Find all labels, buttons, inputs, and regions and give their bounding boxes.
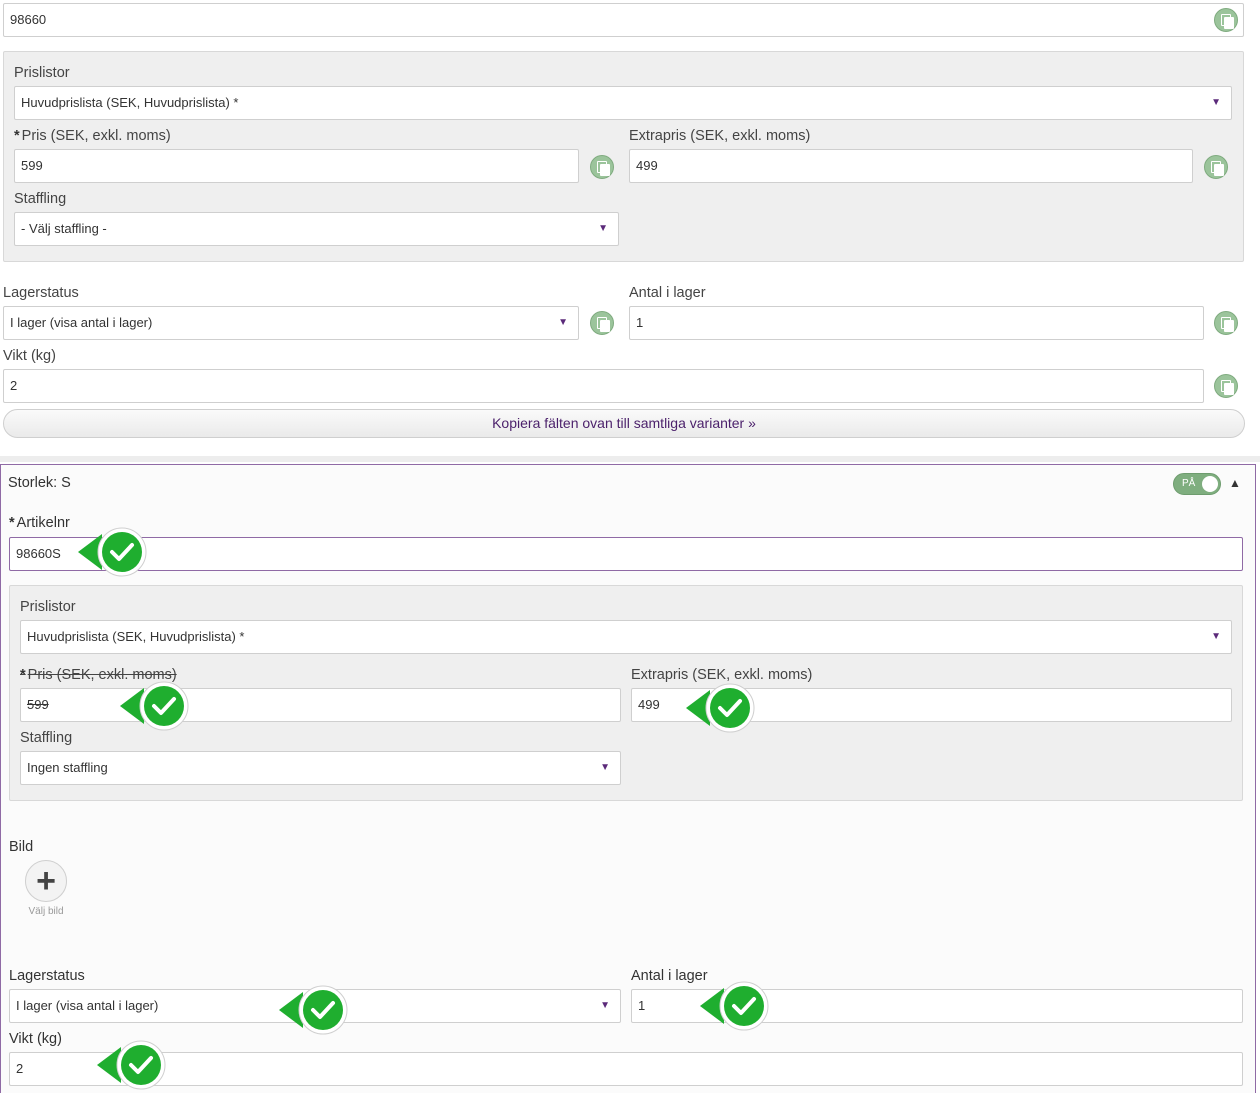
stock-count-field[interactable]: 1 <box>629 306 1204 340</box>
check-icon <box>97 1040 166 1090</box>
stock-count-label: Antal i lager <box>629 285 706 301</box>
weight-field[interactable]: 2 <box>3 369 1204 403</box>
copy-icon[interactable] <box>1214 8 1238 32</box>
variant-weight-label: Vikt (kg) <box>9 1031 62 1047</box>
variant-active-toggle[interactable]: PÅ <box>1173 473 1221 495</box>
check-icon <box>700 981 769 1031</box>
chevron-down-icon: ▼ <box>598 223 608 234</box>
pricelists-label: Prislistor <box>14 65 70 81</box>
variant-stock-status-label: Lagerstatus <box>9 968 85 984</box>
check-icon <box>686 683 755 733</box>
check-icon <box>78 527 147 577</box>
chevron-down-icon: ▼ <box>1211 631 1221 642</box>
stock-status-select[interactable]: I lager (visa antal i lager) ▼ <box>3 306 579 340</box>
copy-icon[interactable] <box>1204 155 1228 179</box>
check-icon <box>120 681 189 731</box>
tiering-select[interactable]: - Välj staffling - ▼ <box>14 212 619 246</box>
toggle-knob <box>1202 476 1218 492</box>
variant-article-field[interactable]: 98660S <box>9 537 1243 571</box>
plus-icon[interactable]: + <box>25 860 67 902</box>
variant-image-label: Bild <box>9 839 34 855</box>
variant-article-label: * Artikelnr <box>9 515 70 531</box>
variant-tiering-select[interactable]: Ingen staffling ▼ <box>20 751 621 785</box>
extra-price-label: Extrapris (SEK, exkl. moms) <box>629 128 811 144</box>
variant-pricelists-label: Prislistor <box>20 599 76 615</box>
variant-title: Storlek: S <box>8 475 71 491</box>
weight-label: Vikt (kg) <box>3 348 56 364</box>
variant-price-field[interactable]: 599 <box>20 688 621 722</box>
section-divider <box>0 456 1260 462</box>
chevron-down-icon: ▼ <box>558 317 568 328</box>
copy-icon[interactable] <box>590 155 614 179</box>
chevron-down-icon: ▼ <box>600 1000 610 1011</box>
copy-to-all-variants-button[interactable]: Kopiera fälten ovan till samtliga varian… <box>3 409 1245 438</box>
variant-weight-field[interactable]: 2 <box>9 1052 1243 1086</box>
copy-icon[interactable] <box>1214 311 1238 335</box>
price-label: * Pris (SEK, exkl. moms) <box>14 128 171 144</box>
copy-icon[interactable] <box>1214 374 1238 398</box>
chevron-up-icon[interactable]: ▲ <box>1229 476 1241 490</box>
stock-status-label: Lagerstatus <box>3 285 79 301</box>
pricelist-select[interactable]: Huvudprislista (SEK, Huvudprislista) * ▼ <box>14 86 1232 120</box>
tiering-label: Staffling <box>14 191 67 207</box>
chevron-down-icon: ▼ <box>1211 97 1221 108</box>
chevron-down-icon: ▼ <box>600 762 610 773</box>
variant-tiering-label: Staffling <box>20 730 73 746</box>
extra-price-field[interactable]: 499 <box>629 149 1193 183</box>
variant-pricelist-select[interactable]: Huvudprislista (SEK, Huvudprislista) * ▼ <box>20 620 1232 654</box>
check-icon <box>279 985 348 1035</box>
article-number-field[interactable]: 98660 <box>3 3 1244 37</box>
choose-image-label[interactable]: Välj bild <box>10 906 82 917</box>
copy-icon[interactable] <box>590 311 614 335</box>
price-field[interactable]: 599 <box>14 149 579 183</box>
